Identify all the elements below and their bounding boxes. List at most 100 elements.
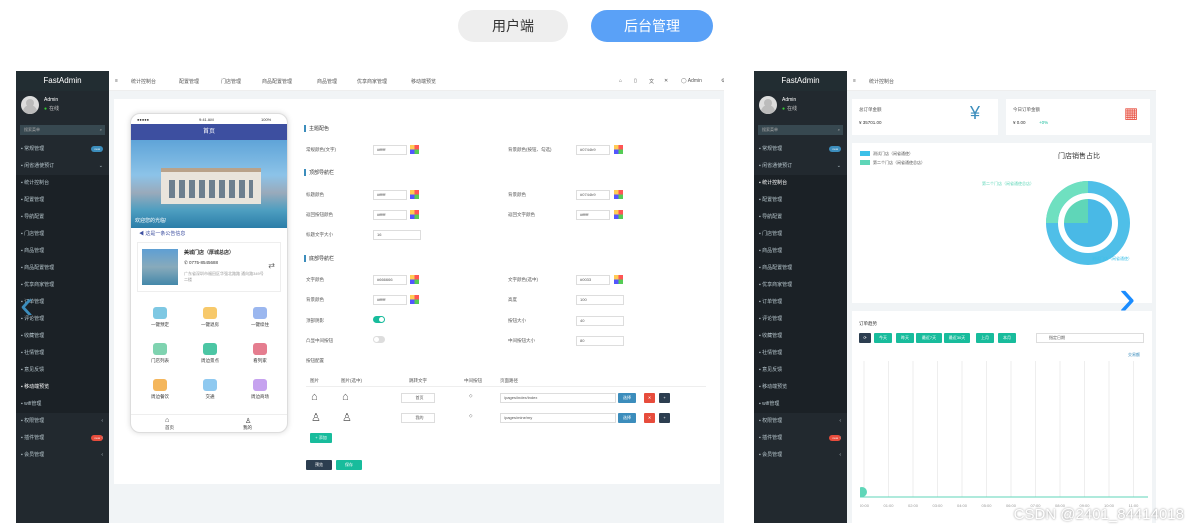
sidebar-item[interactable]: ▪ 优享商家管理	[754, 277, 847, 294]
sidebar-item[interactable]: ▪ 门店管理	[16, 226, 109, 243]
tab-config[interactable]: 配置管理	[179, 78, 199, 85]
home-tab-label[interactable]: 首页	[165, 425, 174, 431]
sidebar-item[interactable]: ▪ 商品管理	[16, 243, 109, 260]
preview-button[interactable]: 预览	[306, 460, 332, 470]
input-mid-size[interactable]: 80	[576, 336, 624, 346]
menu-toggle-icon[interactable]: ≡	[115, 78, 118, 84]
store-card[interactable]: 美城门店（厚城总店） ✆ 0775-8545688 广东省深圳市福田区华强北路路…	[137, 242, 281, 292]
trash-icon[interactable]: ▯	[634, 78, 637, 84]
mine-tab-icon[interactable]: ♙	[245, 417, 251, 425]
sidebar-item[interactable]: ▪ wifi管理	[754, 396, 847, 413]
sidebar-item[interactable]: ▪ 商品配置管理	[754, 260, 847, 277]
sidebar-item[interactable]: ▪ 闲省通使预订 ⌄	[16, 158, 109, 175]
color-picker-icon[interactable]	[614, 190, 623, 199]
delete-button[interactable]: ✕	[644, 413, 655, 423]
feature-grid-item[interactable]: 周边景点	[187, 339, 233, 375]
sidebar-search-input[interactable]: 搜索菜单 ⌕	[20, 125, 105, 135]
color-picker-icon[interactable]	[614, 145, 623, 154]
input-title-color[interactable]: #ffffff	[373, 190, 407, 200]
mid-btn-toggle[interactable]	[373, 336, 385, 343]
feature-grid-item[interactable]: 交通	[187, 375, 233, 411]
feature-grid-item[interactable]: 周边餐饮	[137, 375, 183, 411]
feature-grid-item[interactable]: 看列家	[237, 339, 283, 375]
row-2-text[interactable]: 我的	[401, 413, 435, 423]
sidebar-item[interactable]: ▪ wifi管理	[16, 396, 109, 413]
input-btn-size[interactable]: 40	[576, 316, 624, 326]
sidebar-item[interactable]: ▪ 常规管理 new	[16, 141, 109, 158]
tab-user-side[interactable]: 用户端	[458, 10, 568, 42]
refresh-icon[interactable]: ⟳	[859, 333, 871, 343]
sidebar-item[interactable]: ▪ 商品管理	[754, 243, 847, 260]
filter-button[interactable]: 今天	[874, 333, 892, 343]
input-tab-selected[interactable]: #0033	[576, 275, 610, 285]
language-icon[interactable]: 文	[649, 78, 654, 85]
input-tab-text[interactable]: #666666	[373, 275, 407, 285]
sidebar-item[interactable]: ▪ 导航配置	[754, 209, 847, 226]
shadow-toggle[interactable]	[373, 316, 385, 323]
sidebar-item[interactable]: ▪ 配置管理	[16, 192, 109, 209]
color-picker-icon[interactable]	[614, 275, 623, 284]
tab-dashboard[interactable]: 统计控制台	[869, 78, 894, 85]
color-picker-icon[interactable]	[410, 190, 419, 199]
input-bg-color[interactable]: #0744b9	[576, 145, 610, 155]
filter-button[interactable]: 最近30天	[944, 333, 970, 343]
home-icon[interactable]: ⌂	[619, 78, 622, 84]
filter-button[interactable]: 最近7天	[916, 333, 942, 343]
tab-dashboard[interactable]: 统计控制台	[131, 78, 156, 85]
filter-button[interactable]: 本月	[998, 333, 1016, 343]
sidebar-item[interactable]: ▪ 社情管理	[754, 345, 847, 362]
swap-icon[interactable]: ⇄	[268, 261, 275, 270]
sidebar-item[interactable]: ▪ 插件管理 new ‹	[16, 430, 109, 447]
radio-mid-1[interactable]: ◇	[469, 393, 472, 399]
tab-store[interactable]: 门店管理	[221, 78, 241, 85]
user-icon[interactable]: ♙	[311, 411, 321, 424]
color-picker-icon[interactable]	[614, 210, 623, 219]
feature-grid-item[interactable]: 一键预定	[137, 303, 183, 339]
tab-mobile-preview[interactable]: 移动端预览	[411, 78, 436, 85]
tab-admin-side[interactable]: 后台管理	[591, 10, 713, 42]
row-1-path[interactable]: /pages/index/index	[500, 393, 616, 403]
sidebar-item[interactable]: ▪ 插件管理 new ‹	[754, 430, 847, 447]
select-button[interactable]: 选择	[618, 393, 636, 403]
sidebar-item[interactable]: ▪ 闲省通使预订 ⌄	[754, 158, 847, 175]
save-button[interactable]: 保存	[336, 460, 362, 470]
sidebar-item[interactable]: ▪ 意见反馈	[754, 362, 847, 379]
date-input[interactable]: 指定日期	[1036, 333, 1144, 343]
sidebar-item[interactable]: ▪ 社情管理	[16, 345, 109, 362]
tab-goods-config[interactable]: 商品配置管理	[262, 78, 292, 85]
sidebar-item[interactable]: ▪ 意见反馈	[16, 362, 109, 379]
feature-grid-item[interactable]: 一键退房	[187, 303, 233, 339]
sidebar-item[interactable]: ▪ 会员管理 ‹	[754, 447, 847, 464]
input-tab-bg[interactable]: #ffffff	[373, 295, 407, 305]
home-icon[interactable]: ⌂	[342, 391, 349, 403]
input-text-color[interactable]: #ffffff	[373, 145, 407, 155]
feature-grid-item[interactable]: 一键续住	[237, 303, 283, 339]
sidebar-search-input[interactable]: 搜索菜单 ⌕	[758, 125, 843, 135]
add-row-button[interactable]: +	[659, 393, 670, 403]
color-picker-icon[interactable]	[410, 275, 419, 284]
sidebar-item[interactable]: ▪ 统计控制台	[16, 175, 109, 192]
sidebar-item[interactable]: ▪ 收藏管理	[16, 328, 109, 345]
color-picker-icon[interactable]	[410, 210, 419, 219]
sidebar-item[interactable]: ▪ 配置管理	[754, 192, 847, 209]
sidebar-item[interactable]: ▪ 评论管理	[754, 311, 847, 328]
feature-grid-item[interactable]: 周边商场	[237, 375, 283, 411]
input-back-color[interactable]: #ffffff	[373, 210, 407, 220]
settings-icon[interactable]: ⚙	[721, 78, 724, 84]
sidebar-item[interactable]: ▪ 移动端预览	[754, 379, 847, 396]
tab-goods[interactable]: 商品管理	[317, 78, 337, 85]
menu-toggle-icon[interactable]: ≡	[853, 78, 856, 84]
sidebar-item[interactable]: ▪ 订单管理	[754, 294, 847, 311]
sidebar-item[interactable]: ▪ 收藏管理	[754, 328, 847, 345]
input-nav-bg[interactable]: #0744b9	[576, 190, 610, 200]
row-1-text[interactable]: 首页	[401, 393, 435, 403]
carousel-prev-icon[interactable]: ‹	[20, 285, 33, 325]
sidebar-item[interactable]: ▪ 商品配置管理	[16, 260, 109, 277]
filter-button[interactable]: 上月	[976, 333, 994, 343]
carousel-next-icon[interactable]: ›	[1119, 272, 1136, 322]
color-picker-icon[interactable]	[410, 295, 419, 304]
mine-tab-label[interactable]: 我的	[243, 425, 252, 431]
sidebar-item[interactable]: ▪ 常规管理 new	[754, 141, 847, 158]
feature-grid-item[interactable]: 门店列表	[137, 339, 183, 375]
add-row-button[interactable]: +	[659, 413, 670, 423]
